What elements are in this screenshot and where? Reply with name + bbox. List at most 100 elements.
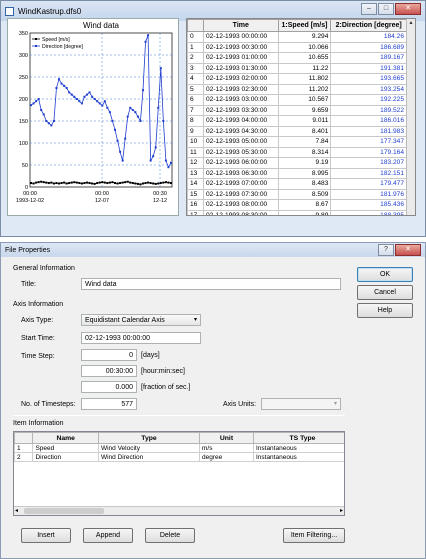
table-row[interactable]: 12 02-12-1993 06:00:00 9.19 183.207 (187, 157, 407, 169)
dialog-close-button[interactable]: ✕ (395, 244, 421, 256)
help-button[interactable]: Help (357, 303, 413, 318)
speed-cell[interactable]: 8.995 (277, 167, 332, 179)
direction-cell[interactable]: 188.395 (330, 209, 407, 215)
item-unit[interactable]: m/s (199, 443, 254, 453)
item-row[interactable]: 2 Direction Wind Direction degree Instantane… (14, 452, 344, 462)
time-cell[interactable]: 02-12-1993 01:30:00 (203, 62, 279, 74)
speed-cell[interactable]: 9.659 (277, 104, 332, 116)
table-row[interactable]: 10 02-12-1993 05:00:00 7.84 177.347 (187, 136, 407, 148)
speed-cell[interactable]: 8.509 (277, 188, 332, 200)
time-cell[interactable]: 02-12-1993 02:00:00 (203, 73, 279, 85)
ok-button[interactable]: OK (357, 267, 413, 282)
time-step-hms-input[interactable]: 00:30:00 (81, 365, 137, 377)
table-row[interactable]: 17 02-12-1993 08:30:00 9.89 188.395 (187, 209, 407, 215)
item-index[interactable]: 2 (14, 452, 34, 462)
time-cell[interactable]: 02-12-1993 08:30:00 (203, 209, 279, 215)
speed-cell[interactable]: 9.19 (277, 157, 332, 169)
direction-cell[interactable]: 189.522 (330, 104, 407, 116)
title-input[interactable]: Wind data (81, 278, 341, 290)
axis-type-select[interactable]: Equidistant Calendar Axis ▾ (81, 314, 201, 326)
speed-cell[interactable]: 10.567 (277, 94, 332, 106)
direction-cell[interactable]: 185.436 (330, 199, 407, 211)
direction-cell[interactable]: 186.689 (330, 41, 407, 53)
time-cell[interactable]: 02-12-1993 05:30:00 (203, 146, 279, 158)
row-index[interactable]: 8 (187, 115, 204, 127)
time-cell[interactable]: 02-12-1993 00:00:00 (203, 31, 279, 43)
row-index[interactable]: 17 (187, 209, 204, 215)
table-row[interactable]: 6 02-12-1993 03:00:00 10.567 192.225 (187, 94, 407, 106)
table-row[interactable]: 16 02-12-1993 08:00:00 8.67 185.436 (187, 199, 407, 211)
item-name[interactable]: Direction (32, 452, 99, 462)
row-index[interactable]: 4 (187, 73, 204, 85)
chart-panel[interactable]: Wind data 0 50 100 150 200 250 300 350 00:00 1993-… (7, 18, 179, 216)
time-cell[interactable]: 02-12-1993 07:00:00 (203, 178, 279, 190)
table-row[interactable]: 1 02-12-1993 00:30:00 10.066 186.689 (187, 41, 407, 53)
close-button[interactable]: ✕ (395, 3, 421, 15)
time-cell[interactable]: 02-12-1993 03:30:00 (203, 104, 279, 116)
direction-cell[interactable]: 181.983 (330, 125, 407, 137)
row-index[interactable]: 0 (187, 31, 204, 43)
time-cell[interactable]: 02-12-1993 06:00:00 (203, 157, 279, 169)
direction-cell[interactable]: 192.225 (330, 94, 407, 106)
item-header-cell[interactable]: Name (32, 432, 99, 444)
row-index[interactable]: 6 (187, 94, 204, 106)
speed-cell[interactable]: 11.802 (277, 73, 332, 85)
time-step-fraction-input[interactable]: 0.000 (81, 381, 137, 393)
append-button[interactable]: Append (83, 528, 133, 543)
table-header-cell[interactable]: 2:Direction [degree] (330, 19, 407, 32)
item-row[interactable]: 1 Speed Wind Velocity m/s Instantaneous (14, 443, 344, 453)
minimize-button[interactable]: – (361, 3, 377, 15)
row-index[interactable]: 9 (187, 125, 204, 137)
row-index[interactable]: 15 (187, 188, 204, 200)
row-index[interactable]: 2 (187, 52, 204, 64)
table-row[interactable]: 9 02-12-1993 04:30:00 8.401 181.983 (187, 125, 407, 137)
speed-cell[interactable]: 8.67 (277, 199, 332, 211)
insert-button[interactable]: Insert (21, 528, 71, 543)
time-cell[interactable]: 02-12-1993 03:00:00 (203, 94, 279, 106)
data-table-panel[interactable]: Time 1:Speed [m/s] 2:Direction [degree] 00… (186, 18, 416, 216)
direction-cell[interactable]: 186.016 (330, 115, 407, 127)
row-index[interactable]: 13 (187, 167, 204, 179)
speed-cell[interactable]: 10.066 (277, 41, 332, 53)
speed-cell[interactable]: 10.655 (277, 52, 332, 64)
speed-cell[interactable]: 9.011 (277, 115, 332, 127)
direction-cell[interactable]: 183.207 (330, 157, 407, 169)
table-row[interactable]: 0 02-12-1993 00:00:00 9.294 184.26 (187, 31, 407, 43)
direction-cell[interactable]: 189.167 (330, 52, 407, 64)
time-cell[interactable]: 02-12-1993 07:30:00 (203, 188, 279, 200)
row-index[interactable]: 7 (187, 104, 204, 116)
table-header-cell[interactable]: Time (203, 19, 279, 32)
direction-cell[interactable]: 179.477 (330, 178, 407, 190)
direction-cell[interactable]: 193.665 (330, 73, 407, 85)
item-header-cell[interactable] (14, 432, 34, 444)
table-header-cell[interactable]: 1:Speed [m/s] (277, 19, 332, 32)
direction-cell[interactable]: 182.151 (330, 167, 407, 179)
item-type[interactable]: Wind Velocity (97, 443, 201, 453)
delete-button[interactable]: Delete (145, 528, 195, 543)
row-index[interactable]: 3 (187, 62, 204, 74)
table-header-cell[interactable] (187, 19, 204, 32)
time-cell[interactable]: 02-12-1993 06:30:00 (203, 167, 279, 179)
start-time-input[interactable]: 02-12-1993 00:00:00 (81, 332, 201, 344)
direction-cell[interactable]: 184.26 (330, 31, 407, 43)
item-ts-type[interactable]: Instantaneous (252, 443, 344, 453)
table-row[interactable]: 11 02-12-1993 05:30:00 8.314 179.164 (187, 146, 407, 158)
speed-cell[interactable]: 11.202 (277, 83, 332, 95)
axis-units-select[interactable]: ▾ (261, 398, 341, 410)
speed-cell[interactable]: 8.314 (277, 146, 332, 158)
direction-cell[interactable]: 193.254 (330, 83, 407, 95)
row-index[interactable]: 12 (187, 157, 204, 169)
cancel-button[interactable]: Cancel (357, 285, 413, 300)
row-index[interactable]: 1 (187, 41, 204, 53)
item-ts-type[interactable]: Instantaneous (252, 452, 344, 462)
row-index[interactable]: 14 (187, 178, 204, 190)
item-index[interactable]: 1 (14, 443, 34, 453)
speed-cell[interactable]: 9.89 (277, 209, 332, 215)
table-row[interactable]: 7 02-12-1993 03:30:00 9.659 189.522 (187, 104, 407, 116)
direction-cell[interactable]: 191.381 (330, 62, 407, 74)
timesteps-input[interactable]: 577 (81, 398, 137, 410)
row-index[interactable]: 11 (187, 146, 204, 158)
row-index[interactable]: 10 (187, 136, 204, 148)
table-row[interactable]: 2 02-12-1993 01:00:00 10.655 189.167 (187, 52, 407, 64)
item-type[interactable]: Wind Direction (97, 452, 201, 462)
